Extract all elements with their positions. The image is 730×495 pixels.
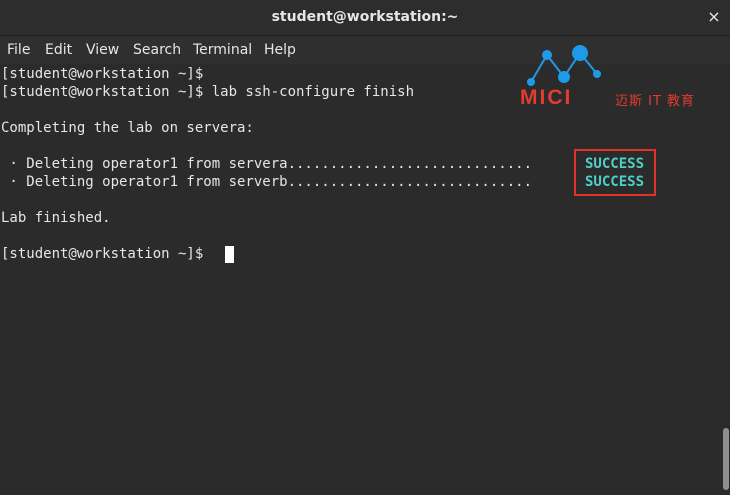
terminal-line: Lab finished. [1,210,111,226]
window-title: student@workstation:~ [271,9,459,25]
terminal-prompt: [student@workstation ~]$ [1,246,212,262]
logo-subtitle: 迈斯 IT 教育 [615,94,696,109]
terminal-line: Completing the lab on servera: [1,120,254,136]
menu-terminal[interactable]: Terminal [190,36,255,64]
success-highlight-box [574,149,656,196]
menu-edit[interactable]: Edit [42,36,75,64]
terminal-line: [student@workstation ~]$ lab ssh-configu… [1,84,415,100]
title-bar: student@workstation:~ × [0,0,730,36]
terminal-line: · Deleting operator1 from servera.......… [1,156,533,172]
close-icon[interactable]: × [706,9,722,25]
menu-search[interactable]: Search [130,36,184,64]
menu-help[interactable]: Help [261,36,299,64]
menu-view[interactable]: View [83,36,122,64]
menu-file[interactable]: File [4,36,33,64]
terminal-line: · Deleting operator1 from serverb.......… [1,174,533,190]
logo-brand: MICI [520,86,573,109]
text-cursor [225,246,234,263]
scrollbar[interactable] [721,64,730,495]
terminal-line: [student@workstation ~]$ [1,66,204,82]
terminal-output[interactable]: [student@workstation ~]$ [student@workst… [0,64,720,495]
watermark-logo: MICI 迈斯 IT 教育 [518,44,718,114]
scrollbar-thumb[interactable] [723,428,729,490]
